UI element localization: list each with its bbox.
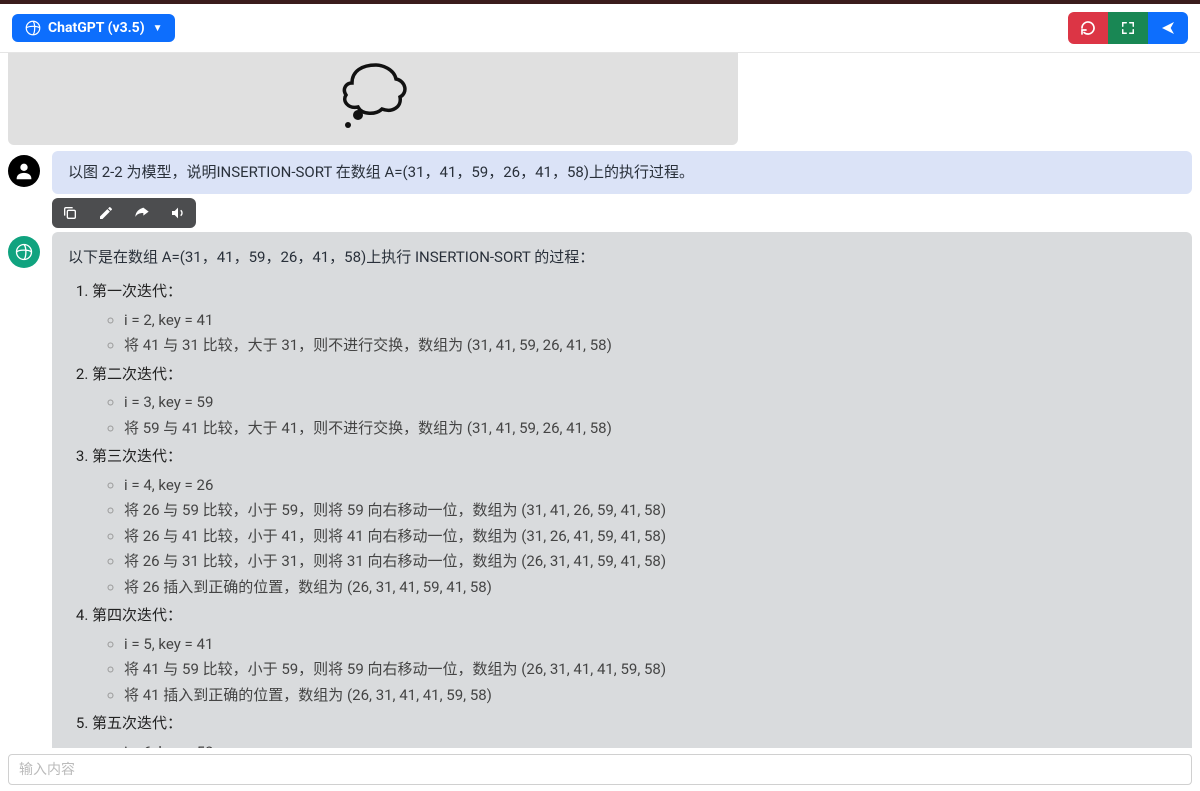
fullscreen-button[interactable] [1108,12,1148,44]
step-item: i = 3, key = 59 [124,391,1176,414]
step-item: 将 26 与 41 比较，小于 41，则将 41 向右移动一位，数组为 (31,… [124,525,1176,548]
assistant-avatar [8,236,40,268]
thinking-area [8,53,738,145]
iteration-item: 第二次迭代： i = 3, key = 59 将 59 与 41 比较，大于 41，… [92,363,1176,440]
step-item: i = 6, key = 58 [124,741,1176,749]
steps-list: i = 3, key = 59 将 59 与 41 比较，大于 41，则不进行交换… [124,391,1176,439]
reload-button[interactable] [1068,12,1108,44]
top-actions [1068,12,1188,44]
copy-button[interactable] [52,198,88,228]
assistant-intro: 以下是在数组 A=(31，41，59，26，41，58)上执行 INSERTIO… [68,246,1176,269]
step-item: 将 26 插入到正确的位置，数组为 (26, 31, 41, 59, 41, 5… [124,576,1176,599]
openai-icon [24,19,42,37]
steps-list: i = 5, key = 41将 41 与 59 比较，小于 59，则将 59 … [124,633,1176,707]
iteration-title: 第四次迭代： [92,606,182,624]
topbar: ChatGPT (v3.5) ▼ [0,0,1200,53]
thought-bubble-icon [336,57,416,135]
step-item: 将 26 与 59 比较，小于 59，则将 59 向右移动一位，数组为 (31,… [124,499,1176,522]
speak-button[interactable] [160,198,196,228]
iteration-item: 第三次迭代： i = 4, key = 26将 26 与 59 比较，小于 59，… [92,445,1176,598]
step-item: 将 26 与 31 比较，小于 31，则将 31 向右移动一位，数组为 (26,… [124,550,1176,573]
forward-icon [134,205,150,221]
steps-list: i = 6, key = 58将 58 与 59 比较，小于 59，则将 59 … [124,741,1176,749]
conversation-content[interactable]: 以图 2-2 为模型，说明INSERTION-SORT 在数组 A=(31，41… [0,53,1200,748]
iteration-title: 第二次迭代： [92,365,182,383]
iteration-title: 第三次迭代： [92,447,182,465]
step-item: 将 59 与 41 比较，大于 41，则不进行交换，数组为 (31, 41, 5… [124,417,1176,440]
step-item: 将 41 与 31 比较，大于 31，则不进行交换，数组为 (31, 41, 5… [124,334,1176,357]
iteration-item: 第四次迭代： i = 5, key = 41将 41 与 59 比较，小于 59，… [92,604,1176,706]
input-wrap [8,754,1192,785]
user-message-actions [52,198,196,228]
step-item: 将 41 与 59 比较，小于 59，则将 59 向右移动一位，数组为 (26,… [124,658,1176,681]
speaker-icon [170,205,186,221]
assistant-message-bubble: 以下是在数组 A=(31，41，59，26，41，58)上执行 INSERTIO… [52,232,1192,749]
step-item: 将 41 插入到正确的位置，数组为 (26, 31, 41, 41, 59, 5… [124,684,1176,707]
iterations-list: 第一次迭代： i = 2, key = 41将 41 与 31 比较，大于 31，… [92,280,1176,748]
model-selector-button[interactable]: ChatGPT (v3.5) ▼ [12,14,175,42]
forward-button[interactable] [124,198,160,228]
reload-icon [1080,20,1096,36]
iteration-title: 第一次迭代： [92,282,182,300]
fullscreen-icon [1121,21,1135,35]
share-button[interactable] [1148,12,1188,44]
step-item: i = 4, key = 26 [124,474,1176,497]
user-icon [13,160,35,182]
user-avatar [8,155,40,187]
edit-button[interactable] [88,198,124,228]
edit-icon [98,205,114,221]
openai-icon [14,242,34,262]
iteration-item: 第一次迭代： i = 2, key = 41将 41 与 31 比较，大于 31，… [92,280,1176,357]
assistant-message-row: 以下是在数组 A=(31，41，59，26，41，58)上执行 INSERTIO… [8,232,1192,749]
model-label: ChatGPT (v3.5) [48,20,145,36]
iteration-title: 第五次迭代： [92,714,182,732]
user-message-row: 以图 2-2 为模型，说明INSERTION-SORT 在数组 A=(31，41… [8,151,1192,228]
caret-down-icon: ▼ [153,23,163,34]
steps-list: i = 4, key = 26将 26 与 59 比较，小于 59，则将 59 … [124,474,1176,599]
copy-icon [62,205,78,221]
share-icon [1160,20,1176,36]
iteration-item: 第五次迭代： i = 6, key = 58将 58 与 59 比较，小于 59，… [92,712,1176,748]
message-input[interactable] [19,761,1181,777]
step-item: i = 2, key = 41 [124,309,1176,332]
steps-list: i = 2, key = 41将 41 与 31 比较，大于 31，则不进行交换… [124,309,1176,357]
step-item: i = 5, key = 41 [124,633,1176,656]
user-message-bubble: 以图 2-2 为模型，说明INSERTION-SORT 在数组 A=(31，41… [52,151,1192,194]
